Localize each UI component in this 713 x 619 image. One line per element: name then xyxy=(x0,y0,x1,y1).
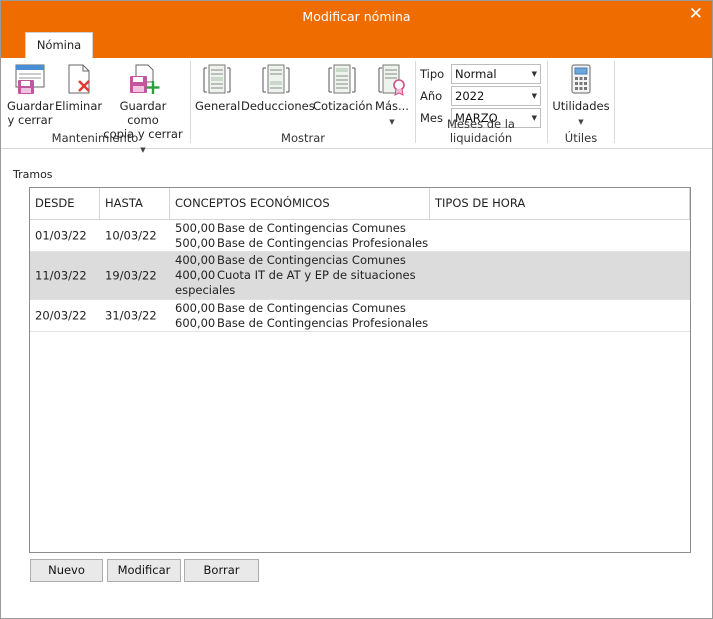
general-button[interactable]: General xyxy=(195,62,241,113)
group-label-mantenimiento: Mantenimiento xyxy=(51,131,139,145)
concept-text: Base de Contingencias Comunes xyxy=(217,301,406,315)
close-icon[interactable]: ✕ xyxy=(689,4,703,24)
tipo-value: Normal xyxy=(455,67,497,81)
table-header: DESDE HASTA CONCEPTOS ECONÓMICOS TIPOS D… xyxy=(30,188,690,220)
column-header-conceptos[interactable]: CONCEPTOS ECONÓMICOS xyxy=(170,188,430,219)
table-row[interactable]: 20/03/22 31/03/22 600,00 Base de Continge… xyxy=(30,300,690,332)
concept-text: Cuota IT de AT y EP de situaciones xyxy=(217,268,416,282)
guardar-label-1: Guardar xyxy=(7,99,54,113)
anio-value: 2022 xyxy=(455,89,485,103)
tipo-label: Tipo xyxy=(420,67,445,81)
column-header-hasta[interactable]: HASTA xyxy=(100,188,170,219)
utilidades-label: Utilidades xyxy=(552,99,610,113)
mas-button[interactable]: Más... ▼ xyxy=(373,62,411,129)
eliminar-button[interactable]: Eliminar xyxy=(55,62,103,113)
tipo-select[interactable]: Normal ▼ xyxy=(451,64,541,84)
save-copy-icon xyxy=(130,64,160,94)
deducciones-label: Deducciones xyxy=(241,99,315,113)
tramos-table[interactable]: DESDE HASTA CONCEPTOS ECONÓMICOS TIPOS D… xyxy=(29,187,691,553)
general-document-icon xyxy=(203,64,231,94)
window-title: Modificar nómina xyxy=(302,9,411,24)
cell-desde: 20/03/22 xyxy=(35,308,87,322)
chevron-down-icon: ▼ xyxy=(389,118,395,126)
concept-amount: 500,00 xyxy=(175,236,216,250)
cell-desde: 01/03/22 xyxy=(35,228,87,242)
cell-hasta: 19/03/22 xyxy=(105,268,157,282)
group-meses-liquidacion: Tipo Normal ▼ Año 2022 ▼ Mes MARZO ▼ Mes… xyxy=(416,60,546,147)
table-row[interactable]: 11/03/22 19/03/22 400,00 Base de Continge… xyxy=(30,252,690,300)
cotizacion-button[interactable]: Cotización xyxy=(313,62,373,113)
anio-select[interactable]: 2022 ▼ xyxy=(451,86,541,106)
concept-amount: 400,00 xyxy=(175,253,216,267)
concept-amount: 500,00 xyxy=(175,221,216,235)
save-close-icon xyxy=(15,64,45,94)
borrar-button[interactable]: Borrar xyxy=(184,559,259,582)
delete-document-icon xyxy=(68,64,90,94)
title-bar: Modificar nómina ✕ Nómina xyxy=(1,1,712,58)
mas-label: Más... xyxy=(375,99,409,113)
modificar-button[interactable]: Modificar xyxy=(107,559,181,582)
chevron-down-icon: ▼ xyxy=(140,146,146,154)
group-mantenimiento: Guardar y cerrar Eliminar Guardar como c… xyxy=(1,60,189,154)
cell-hasta: 31/03/22 xyxy=(105,308,157,322)
group-label-meses: Meses de la liquidación xyxy=(447,117,515,145)
cell-conceptos: 500,00 Base de Contingencias Comunes 500,… xyxy=(170,221,428,251)
group-mostrar: General Deducciones Cotización Más... ▼ … xyxy=(191,60,415,147)
ribbon: Guardar y cerrar Eliminar Guardar como c… xyxy=(1,58,712,154)
group-utiles: Utilidades ▼ Útiles xyxy=(548,60,614,147)
concept-amount: 400,00 xyxy=(175,268,216,282)
concept-text: Base de Contingencias Profesionales xyxy=(217,316,429,330)
cell-desde: 11/03/22 xyxy=(35,268,87,282)
chevron-down-icon: ▼ xyxy=(531,92,537,100)
deducciones-button[interactable]: Deducciones xyxy=(241,62,315,113)
guardar-label-2: y cerrar xyxy=(7,113,53,127)
cell-conceptos: 600,00 Base de Contingencias Comunes 600,… xyxy=(170,301,428,331)
cotizacion-document-icon xyxy=(328,64,356,94)
table-row[interactable]: 01/03/22 10/03/22 500,00 Base de Continge… xyxy=(30,220,690,252)
deducciones-document-icon xyxy=(262,64,290,94)
nuevo-button[interactable]: Nuevo xyxy=(30,559,103,582)
column-header-tipos-hora[interactable]: TIPOS DE HORA xyxy=(430,188,690,219)
guardar-y-cerrar-button[interactable]: Guardar y cerrar xyxy=(7,62,54,127)
anio-label: Año xyxy=(420,89,443,103)
concept-text: Base de Contingencias Comunes xyxy=(217,221,406,235)
tramos-label: Tramos xyxy=(13,168,53,181)
more-document-icon xyxy=(378,64,405,96)
calculator-icon xyxy=(571,64,591,94)
cotizacion-label: Cotización xyxy=(313,99,373,113)
ribbon-separator xyxy=(614,61,615,143)
cell-conceptos: 400,00 Base de Contingencias Comunes 400,… xyxy=(170,253,428,298)
eliminar-label: Eliminar xyxy=(55,99,103,113)
column-header-desde[interactable]: DESDE xyxy=(30,188,100,219)
cell-hasta: 10/03/22 xyxy=(105,228,157,242)
copia-label-1: Guardar como xyxy=(119,99,167,127)
group-label-mostrar: Mostrar xyxy=(281,131,325,145)
general-label: General xyxy=(195,99,241,113)
concept-text: Base de Contingencias Comunes xyxy=(217,253,406,267)
modificar-nomina-window: Modificar nómina ✕ Nómina Guardar y cerr… xyxy=(0,0,713,619)
concept-text: Base de Contingencias Profesionales xyxy=(217,236,429,250)
concept-text-continued: especiales xyxy=(175,283,236,297)
group-label-utiles: Útiles xyxy=(564,131,598,145)
concept-amount: 600,00 xyxy=(175,316,216,330)
chevron-down-icon: ▼ xyxy=(578,118,584,126)
chevron-down-icon: ▼ xyxy=(531,70,537,78)
concept-amount: 600,00 xyxy=(175,301,216,315)
utilidades-button[interactable]: Utilidades ▼ xyxy=(552,62,610,129)
tab-nomina[interactable]: Nómina xyxy=(25,32,93,58)
